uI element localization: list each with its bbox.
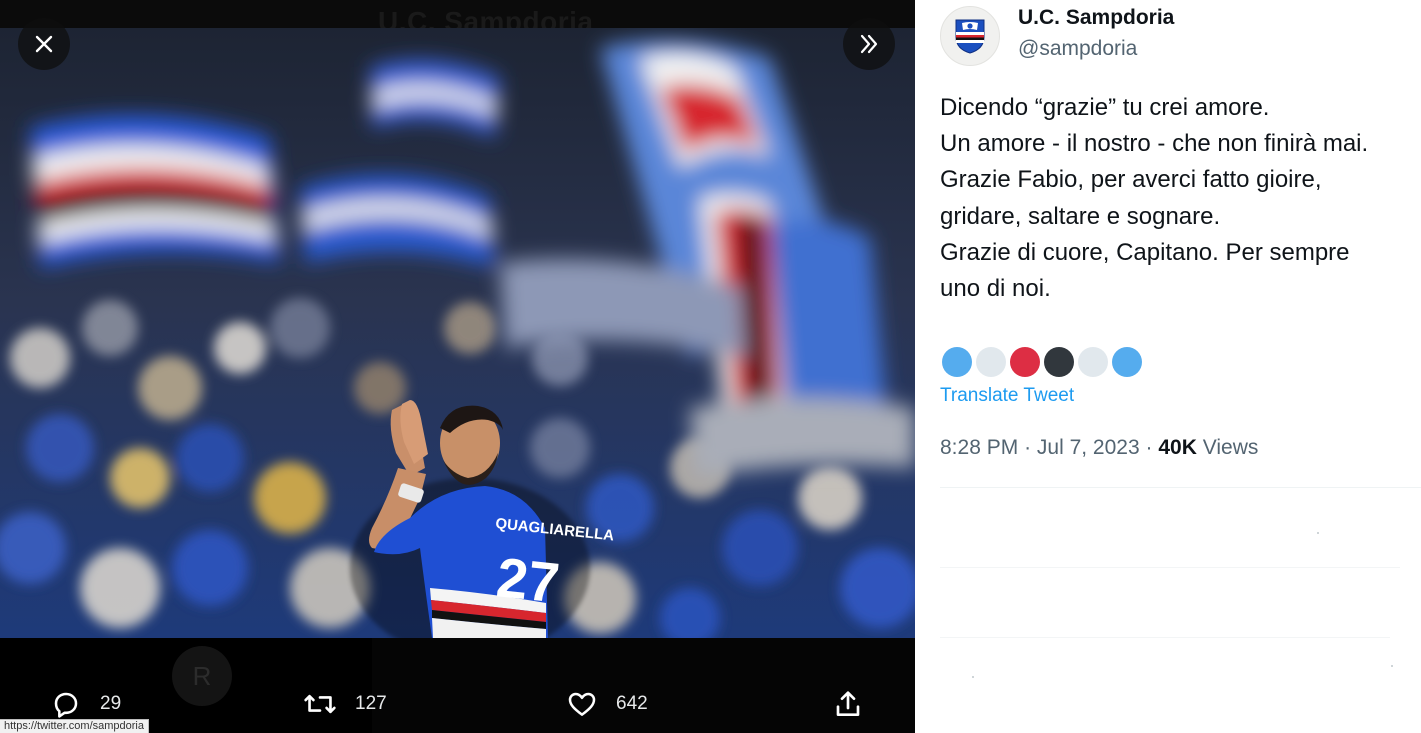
jersey-number: 27 — [494, 545, 563, 614]
like-button[interactable]: 642 — [566, 684, 648, 724]
divider — [940, 567, 1400, 568]
like-count: 642 — [616, 693, 648, 714]
reply-button[interactable]: 29 — [50, 684, 121, 724]
blue-circle-emoji — [942, 347, 972, 377]
tweet-text-line: Dicendo “grazie” tu crei amore. — [940, 94, 1270, 121]
share-button[interactable] — [832, 684, 864, 724]
tweet-metadata: 8:28 PM · Jul 7, 2023 · 40K Views — [940, 436, 1258, 460]
divider — [940, 637, 1390, 638]
tweet-text: Dicendo “grazie” tu crei amore. Un amore… — [940, 90, 1420, 307]
reply-count: 29 — [100, 693, 122, 714]
media-viewer: U.C. Sampdoria QUAGLIARELLA 27 R 29 127 … — [0, 0, 915, 733]
tweet-text-line: uno di noi. — [940, 275, 1051, 303]
tweet-panel: U.C. Sampdoria @sampdoria Dicendo “grazi… — [915, 0, 1421, 733]
meta-separator: · — [1145, 436, 1153, 459]
divider — [940, 487, 1421, 488]
tweet-text-line: Grazie di cuore, Capitano. Per sempre — [940, 238, 1350, 266]
tweet-time[interactable]: 8:28 PM — [940, 436, 1018, 459]
expand-panel-button[interactable] — [843, 18, 895, 70]
blue-circle-emoji — [1112, 347, 1142, 377]
user-handle[interactable]: @sampdoria — [1018, 37, 1137, 61]
white-circle-emoji — [1078, 347, 1108, 377]
speck — [972, 676, 974, 678]
retweet-count: 127 — [355, 693, 387, 714]
avatar[interactable] — [940, 6, 1000, 66]
meta-separator: · — [1024, 436, 1032, 459]
double-chevron-right-icon — [860, 34, 878, 54]
close-button[interactable] — [18, 18, 70, 70]
retweet-button[interactable]: 127 — [303, 684, 387, 724]
views-count[interactable]: 40K — [1158, 436, 1197, 459]
white-circle-emoji — [976, 347, 1006, 377]
retweet-icon — [304, 694, 336, 714]
tweet-date[interactable]: Jul 7, 2023 — [1037, 436, 1140, 459]
tweet-text-line: gridare, saltare e sognare. — [940, 202, 1221, 230]
translate-tweet-link[interactable]: Translate Tweet — [940, 385, 1074, 407]
black-circle-emoji — [1044, 347, 1074, 377]
close-icon — [35, 35, 53, 53]
speck — [1317, 532, 1319, 534]
tweet-text-line: Grazie Fabio, per averci fatto gioire, — [940, 166, 1322, 194]
speck — [1391, 665, 1393, 667]
emoji-circles — [942, 347, 1146, 377]
share-icon — [836, 691, 860, 716]
tweet-photo[interactable]: QUAGLIARELLA 27 — [0, 28, 915, 638]
tweet-text-line: Un amore - il nostro - che non finirà ma… — [940, 130, 1369, 158]
comment-icon — [54, 692, 78, 718]
display-name[interactable]: U.C. Sampdoria — [1018, 6, 1174, 30]
heart-icon — [568, 692, 596, 716]
ghost-avatar: R — [172, 646, 232, 706]
red-circle-emoji — [1010, 347, 1040, 377]
views-label: Views — [1202, 436, 1259, 459]
sampdoria-crest-icon — [955, 19, 985, 54]
status-bar-url: https://twitter.com/sampdoria — [0, 719, 149, 733]
